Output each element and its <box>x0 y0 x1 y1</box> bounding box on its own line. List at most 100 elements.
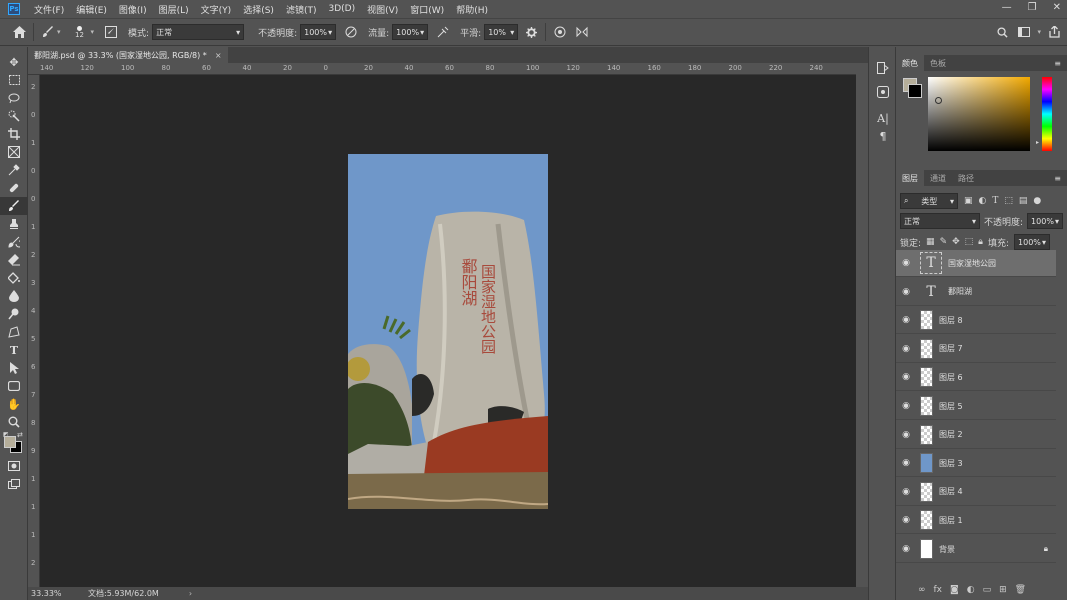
visibility-eye-icon[interactable]: ◉ <box>896 487 916 497</box>
layer-name[interactable]: 图层 2 <box>939 429 1056 440</box>
symmetry-icon[interactable] <box>573 23 591 41</box>
quick-select-tool-icon[interactable] <box>0 107 28 125</box>
visibility-eye-icon[interactable]: ◉ <box>896 258 916 268</box>
lock-artboard-icon[interactable]: ⬚ <box>965 237 974 247</box>
brush-tool-icon[interactable] <box>0 197 28 215</box>
pressure-opacity-icon[interactable] <box>342 23 360 41</box>
zoom-level[interactable]: 33.33% <box>28 589 68 598</box>
layer-row[interactable]: ◉ T 国家湿地公园 <box>896 250 1056 277</box>
filter-smart-object-icon[interactable]: ▤ <box>1019 196 1028 206</box>
workspace-icon[interactable] <box>1015 23 1033 41</box>
layer-name[interactable]: 图层 1 <box>939 515 1056 526</box>
tab-color[interactable]: 颜色 <box>896 55 924 71</box>
menu-help[interactable]: 帮助(H) <box>450 3 494 16</box>
fill-field[interactable]: 100% ▾ <box>1014 234 1051 250</box>
minimize-button[interactable]: — <box>1002 2 1012 13</box>
delete-layer-icon[interactable]: 🗑︎ <box>1015 585 1026 595</box>
close-button[interactable]: ✕ <box>1053 2 1061 13</box>
layer-filter-dropdown[interactable]: ⌕ 类型 ▾ <box>900 193 958 209</box>
tab-paths[interactable]: 路径 <box>952 170 980 186</box>
menu-view[interactable]: 视图(V) <box>361 3 404 16</box>
layer-row[interactable]: ◉ 图层 3 <box>896 450 1056 478</box>
adjustments-panel-icon[interactable] <box>869 83 897 101</box>
mode-dropdown[interactable]: 正常 ▾ <box>152 24 245 40</box>
lock-position-icon[interactable]: ✥ <box>952 237 960 247</box>
move-tool-icon[interactable]: ✥ <box>0 53 28 71</box>
pressure-size-icon[interactable] <box>551 23 569 41</box>
menu-file[interactable]: 文件(F) <box>28 3 70 16</box>
text-layer-icon[interactable]: T <box>920 281 942 303</box>
menu-edit[interactable]: 编辑(E) <box>70 3 113 16</box>
layer-row[interactable]: ◉ T 鄱阳湖 <box>896 279 1056 306</box>
dodge-tool-icon[interactable] <box>0 305 28 323</box>
chevron-down-icon[interactable]: ▾ <box>57 28 61 36</box>
layer-thumbnail[interactable] <box>920 367 933 388</box>
panel-menu-icon[interactable]: ≡ <box>1054 174 1067 183</box>
type-tool-icon[interactable]: T <box>0 341 28 359</box>
layer-row[interactable]: ◉ 图层 8 <box>896 307 1056 335</box>
filter-pixel-icon[interactable]: ▣ <box>964 196 973 206</box>
vertical-scrollbar[interactable] <box>856 63 868 587</box>
layer-name[interactable]: 图层 4 <box>939 486 1056 497</box>
link-layers-icon[interactable]: ∞ <box>918 585 926 595</box>
menu-select[interactable]: 选择(S) <box>237 3 280 16</box>
color-picker-cursor[interactable] <box>935 97 942 104</box>
layer-row[interactable]: ◉ 图层 4 <box>896 479 1056 506</box>
airbrush-icon[interactable] <box>434 23 452 41</box>
pen-tool-icon[interactable] <box>0 323 28 341</box>
layer-name[interactable]: 图层 3 <box>939 458 1056 469</box>
lock-pixels-icon[interactable]: ✎ <box>940 237 948 247</box>
filter-shape-icon[interactable]: ⬚ <box>1004 196 1013 206</box>
layer-name[interactable]: 图层 7 <box>939 343 1056 354</box>
rectangle-tool-icon[interactable] <box>0 377 28 395</box>
flow-field[interactable]: 100% ▾ <box>392 24 429 40</box>
opacity-field[interactable]: 100% ▾ <box>300 24 337 40</box>
menu-3d[interactable]: 3D(D) <box>322 4 361 14</box>
layer-thumbnail[interactable] <box>920 396 933 416</box>
visibility-eye-icon[interactable]: ◉ <box>896 458 916 468</box>
crop-tool-icon[interactable] <box>0 125 28 143</box>
tab-swatches[interactable]: 色板 <box>924 55 952 71</box>
smoothing-field[interactable]: 10% ▾ <box>484 24 519 40</box>
hue-slider[interactable] <box>1042 77 1052 151</box>
close-tab-icon[interactable]: × <box>215 51 222 60</box>
gear-icon[interactable] <box>522 23 540 41</box>
visibility-eye-icon[interactable]: ◉ <box>896 344 916 354</box>
menu-layer[interactable]: 图层(L) <box>153 3 195 16</box>
document-canvas[interactable]: 鄱阳湖 国家湿地公园 <box>348 154 548 509</box>
layer-thumbnail[interactable] <box>920 481 933 502</box>
character-panel-icon[interactable]: A| <box>869 109 897 127</box>
add-mask-icon[interactable]: ◙ <box>950 585 959 595</box>
paint-bucket-tool-icon[interactable] <box>0 269 28 287</box>
visibility-eye-icon[interactable]: ◉ <box>896 401 916 411</box>
paragraph-panel-icon[interactable]: ¶ <box>869 127 897 145</box>
share-icon[interactable] <box>1045 23 1063 41</box>
layer-thumbnail[interactable] <box>920 424 933 445</box>
layer-thumbnail[interactable] <box>920 510 933 531</box>
layer-row[interactable]: ◉ 图层 2 <box>896 422 1056 449</box>
visibility-eye-icon[interactable]: ◉ <box>896 372 916 382</box>
tab-channels[interactable]: 通道 <box>924 170 952 186</box>
history-panel-icon[interactable] <box>869 59 897 77</box>
clone-stamp-tool-icon[interactable] <box>0 215 28 233</box>
layer-thumbnail[interactable] <box>920 453 933 474</box>
layer-name[interactable]: 图层 5 <box>939 401 1056 412</box>
layer-row[interactable]: ◉ 背景 🔒︎ <box>896 536 1056 563</box>
lock-all-icon[interactable]: 🔒︎ <box>978 237 983 247</box>
blur-tool-icon[interactable] <box>0 287 28 305</box>
layer-row[interactable]: ◉ 图层 7 <box>896 336 1056 363</box>
lasso-tool-icon[interactable] <box>0 89 28 107</box>
restore-button[interactable]: ❐ <box>1028 2 1037 13</box>
menu-filter[interactable]: 滤镜(T) <box>280 3 323 16</box>
layer-style-icon[interactable]: fx <box>934 585 943 595</box>
layer-thumbnail[interactable] <box>920 310 933 331</box>
search-icon[interactable] <box>993 23 1011 41</box>
brush-preset-picker[interactable]: 12 <box>69 21 91 43</box>
filter-adjustment-icon[interactable]: ◐ <box>979 196 987 206</box>
document-tab[interactable]: 鄱阳湖.psd @ 33.3% (国家湿地公园, RGB/8) * × <box>28 47 228 63</box>
visibility-eye-icon[interactable]: ◉ <box>896 430 916 440</box>
visibility-eye-icon[interactable]: ◉ <box>896 515 916 525</box>
visibility-eye-icon[interactable]: ◉ <box>896 315 916 325</box>
layer-row[interactable]: ◉ 图层 1 <box>896 507 1056 535</box>
new-group-icon[interactable]: ▭ <box>983 585 992 595</box>
